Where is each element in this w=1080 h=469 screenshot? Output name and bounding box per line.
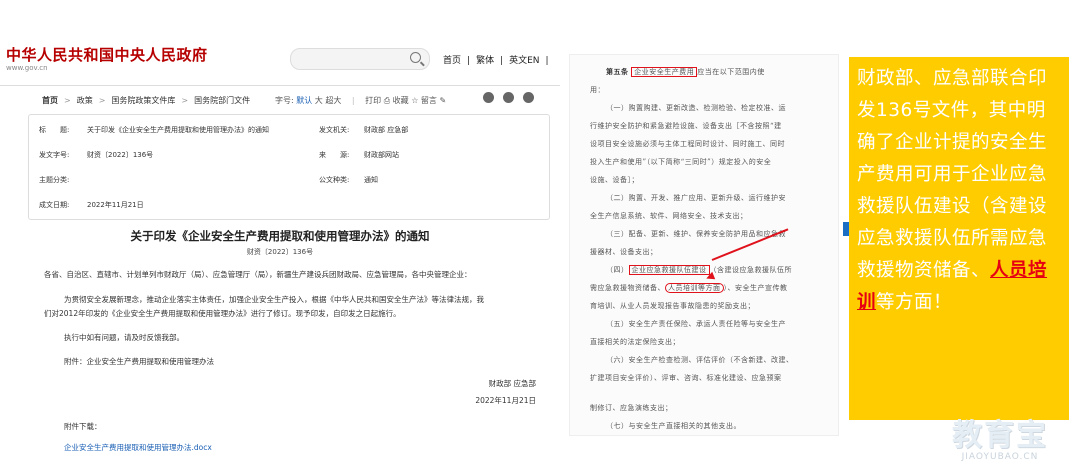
top-nav: 首页 | 繁体 | 英文EN | (443, 56, 549, 66)
meta-source: 财政部网站 (364, 151, 399, 159)
font-default[interactable]: 默认 (296, 96, 312, 105)
meta-docno: 财资〔2022〕136号 (87, 151, 154, 159)
doc-title: 关于印发《企业安全生产费用提取和使用管理办法》的通知 (130, 229, 430, 243)
sign-org: 财政部 应急部 (488, 379, 536, 388)
favorite-button[interactable]: 收藏 (393, 96, 409, 105)
highlight-oval-training: 人员培训等方面 (665, 283, 724, 293)
gov-webpage: 中华人民共和国中央人民政府 www.gov.cn 首页 | 繁体 | 英文EN | 首页 >… (0, 0, 560, 469)
font-xlarge[interactable]: 超大 (325, 96, 341, 105)
watermark-logo: 教育宝 JIAOYUBAO.CN (952, 418, 1048, 463)
doc-para-attachment: 附件：企业安全生产费用提取和使用管理办法 (64, 357, 214, 366)
qq-share-icon[interactable] (523, 92, 534, 103)
sign-date: 2022年11月21日 (475, 396, 536, 405)
download-link[interactable]: 企业安全生产费用提取和使用管理办法.docx (64, 442, 212, 453)
breadcrumb-dept[interactable]: 国务院部门文件 (194, 96, 250, 105)
nav-english[interactable]: 英文EN (509, 56, 539, 66)
nav-home[interactable]: 首页 (443, 56, 461, 66)
printer-icon[interactable]: ⎙ (384, 96, 390, 105)
meta-type: 通知 (364, 176, 378, 184)
pencil-icon[interactable]: ✎ (439, 96, 446, 105)
wechat-share-icon[interactable] (483, 92, 494, 103)
site-title[interactable]: 中华人民共和国中央人民政府 (6, 44, 208, 65)
breadcrumb-policy[interactable]: 政策 (77, 96, 93, 105)
header-divider (0, 85, 560, 86)
doc-number: 财资〔2022〕136号 (246, 248, 314, 256)
callout-panel: 财政部、应急部联合印发136号文件，其中明确了企业计提的安全生产费用可用于企业应… (849, 57, 1069, 420)
download-label: 附件下载： (64, 422, 102, 431)
highlight-box-rescue-team: 企业应急救援队伍建设 (628, 265, 710, 275)
doc-para-body-1: 为贯彻安全发展新理念，推动企业落实主体责任，加强企业安全生产投入，根据《中华人民… (64, 295, 484, 304)
doc-para-body-2: 们对2012年印发的《企业安全生产费用提取和使用管理办法》进行了修订。现予印发，… (44, 309, 401, 318)
star-icon[interactable]: ☆ (411, 96, 418, 105)
meta-date: 2022年11月21日 (87, 201, 144, 209)
meta-issuer: 财政部 应急部 (364, 126, 409, 134)
font-large[interactable]: 大 (315, 96, 323, 105)
meta-title: 关于印发《企业安全生产费用提取和使用管理办法》的通知 (87, 126, 269, 134)
doc-para-feedback: 执行中如有问题，请及时反馈我部。 (64, 333, 184, 342)
callout-text: 财政部、应急部联合印发136号文件，其中明确了企业计提的安全生产费用可用于企业应… (857, 68, 1048, 313)
print-button[interactable]: 打印 (365, 96, 381, 105)
breadcrumb-home[interactable]: 首页 (42, 96, 58, 105)
site-url: www.gov.cn (6, 64, 48, 72)
breadcrumb: 首页 > 政策 > 国务院政策文件库 > 国务院部门文件 (42, 96, 251, 105)
search-icon[interactable] (410, 52, 421, 63)
doc-para-recipients: 各省、自治区、直辖市、计划单列市财政厅（局）、应急管理厅（局），新疆生产建设兵团… (44, 270, 472, 279)
breadcrumb-library[interactable]: 国务院政策文件库 (111, 96, 175, 105)
doc-scan: 第五条 企业安全生产费用 应当在以下范围内使 用： （一）购置购建、更新改造、检测… (570, 55, 838, 435)
gov-header: 中华人民共和国中央人民政府 www.gov.cn 首页 | 繁体 | 英文EN | (0, 0, 560, 75)
page-tools: 字号: 默认 大 超大 | 打印 ⎙ 收藏 ☆ 留言 ✎ (275, 96, 447, 105)
doc-meta-table: 标 题: 关于印发《企业安全生产费用提取和使用管理办法》的通知 发文机关: 财政… (28, 114, 550, 220)
search-input[interactable] (290, 48, 430, 70)
highlight-box-safety-fee: 企业安全生产费用 (631, 67, 698, 77)
nav-traditional[interactable]: 繁体 (476, 56, 494, 66)
weibo-share-icon[interactable] (503, 92, 514, 103)
comment-button[interactable]: 留言 (421, 96, 437, 105)
